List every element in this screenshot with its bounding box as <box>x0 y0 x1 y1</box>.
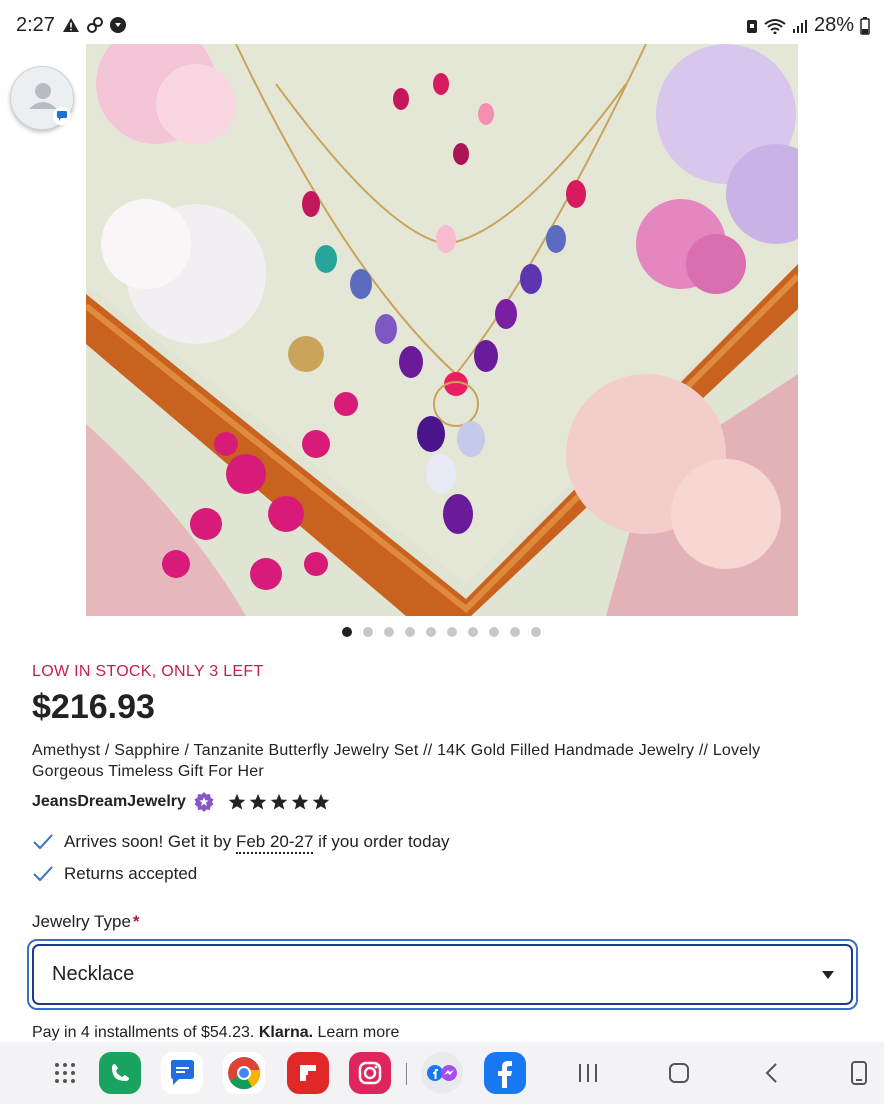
checkmark-icon <box>33 834 53 850</box>
star-icon <box>249 793 267 810</box>
recent-apps-icon <box>579 1064 597 1082</box>
pagination-dot-10[interactable] <box>531 627 541 637</box>
back-icon <box>765 1063 777 1083</box>
facebook-messenger-pair-icon <box>427 1065 457 1081</box>
clipboard-icon <box>746 19 757 33</box>
phone-app-icon <box>112 1064 129 1081</box>
pagination-dot-7[interactable] <box>468 627 478 637</box>
screen-rotate-button[interactable] <box>838 1052 880 1094</box>
klarna-logo: Klarna. <box>258 1024 314 1041</box>
star-icon <box>270 793 288 810</box>
pagination-dot-6[interactable] <box>447 627 457 637</box>
flipboard-app-icon <box>300 1065 316 1081</box>
jewelry-type-select[interactable]: Necklace <box>27 939 858 1010</box>
star-icon <box>312 793 330 810</box>
warning-icon <box>63 18 79 32</box>
message-bubble-icon <box>57 111 67 121</box>
battery-level: 28% <box>813 14 854 36</box>
facebook-app-button[interactable] <box>484 1052 526 1094</box>
product-title: Amethyst / Sapphire / Tanzanite Butterfl… <box>32 742 761 780</box>
klarna-installments: Pay in 4 installments of $54.23. Klarna.… <box>32 1024 400 1041</box>
wifi-icon <box>764 18 786 34</box>
facebook-app-icon <box>498 1061 512 1088</box>
returns-policy: Returns accepted <box>32 864 197 884</box>
signal-icon <box>792 19 807 33</box>
delivery-prefix: Arrives soon! Get it by <box>64 832 236 851</box>
download-notification-icon <box>110 17 126 33</box>
shop-row: JeansDreamJewelry <box>32 792 330 812</box>
product-photo[interactable] <box>86 44 798 616</box>
required-marker: * <box>132 912 140 931</box>
facebook-messenger-pair-button[interactable] <box>421 1052 463 1094</box>
pagination-dot-1[interactable] <box>342 627 352 637</box>
status-time: 2:27 <box>16 14 55 36</box>
instagram-app-button[interactable] <box>349 1052 391 1094</box>
back-button[interactable] <box>750 1052 792 1094</box>
flipboard-app-button[interactable] <box>287 1052 329 1094</box>
apps-grid-icon <box>55 1063 75 1083</box>
chrome-app-button[interactable] <box>223 1052 265 1094</box>
messages-app-icon <box>171 1060 194 1085</box>
learn-more-link[interactable]: Learn more <box>318 1024 400 1041</box>
system-navigation-bar <box>0 1042 884 1104</box>
pagination-dot-2[interactable] <box>363 627 373 637</box>
delivery-estimate: Arrives soon! Get it by Feb 20-27 if you… <box>32 832 450 854</box>
delivery-dates-link[interactable]: Feb 20-27 <box>235 832 314 854</box>
home-button[interactable] <box>658 1052 700 1094</box>
image-pagination <box>0 627 884 637</box>
returns-text: Returns accepted <box>64 864 198 883</box>
nav-divider <box>406 1063 407 1085</box>
shop-name-link[interactable]: JeansDreamJewelry <box>32 793 186 811</box>
stock-notice: LOW IN STOCK, ONLY 3 LEFT <box>32 663 264 680</box>
messenger-chat-head[interactable] <box>10 66 74 130</box>
star-icon <box>291 793 309 810</box>
link-icon <box>87 17 103 33</box>
pagination-dot-5[interactable] <box>426 627 436 637</box>
apps-grid-button[interactable] <box>44 1052 86 1094</box>
battery-icon <box>860 16 870 35</box>
pagination-dot-9[interactable] <box>510 627 520 637</box>
checkmark-icon <box>33 866 53 882</box>
phone-app-button[interactable] <box>99 1052 141 1094</box>
pagination-dot-8[interactable] <box>489 627 499 637</box>
rating-stars[interactable] <box>228 793 330 811</box>
instagram-app-icon <box>358 1061 382 1085</box>
recent-apps-button[interactable] <box>567 1052 609 1094</box>
selected-jewelry-type: Necklace <box>52 963 135 985</box>
star-icon <box>228 793 246 810</box>
delivery-suffix: if you order today <box>313 832 450 851</box>
messages-app-button[interactable] <box>161 1052 203 1094</box>
product-price: $216.93 <box>32 688 155 726</box>
home-icon <box>669 1063 689 1083</box>
chrome-app-icon <box>228 1057 261 1090</box>
star-seller-badge-icon <box>194 792 214 812</box>
dropdown-arrow-icon <box>822 970 834 979</box>
necklace-photo-illustration <box>86 44 798 616</box>
rotate-screen-icon <box>851 1061 867 1085</box>
pagination-dot-3[interactable] <box>384 627 394 637</box>
jewelry-type-label: Jewelry Type * <box>32 912 140 931</box>
pagination-dot-4[interactable] <box>405 627 415 637</box>
